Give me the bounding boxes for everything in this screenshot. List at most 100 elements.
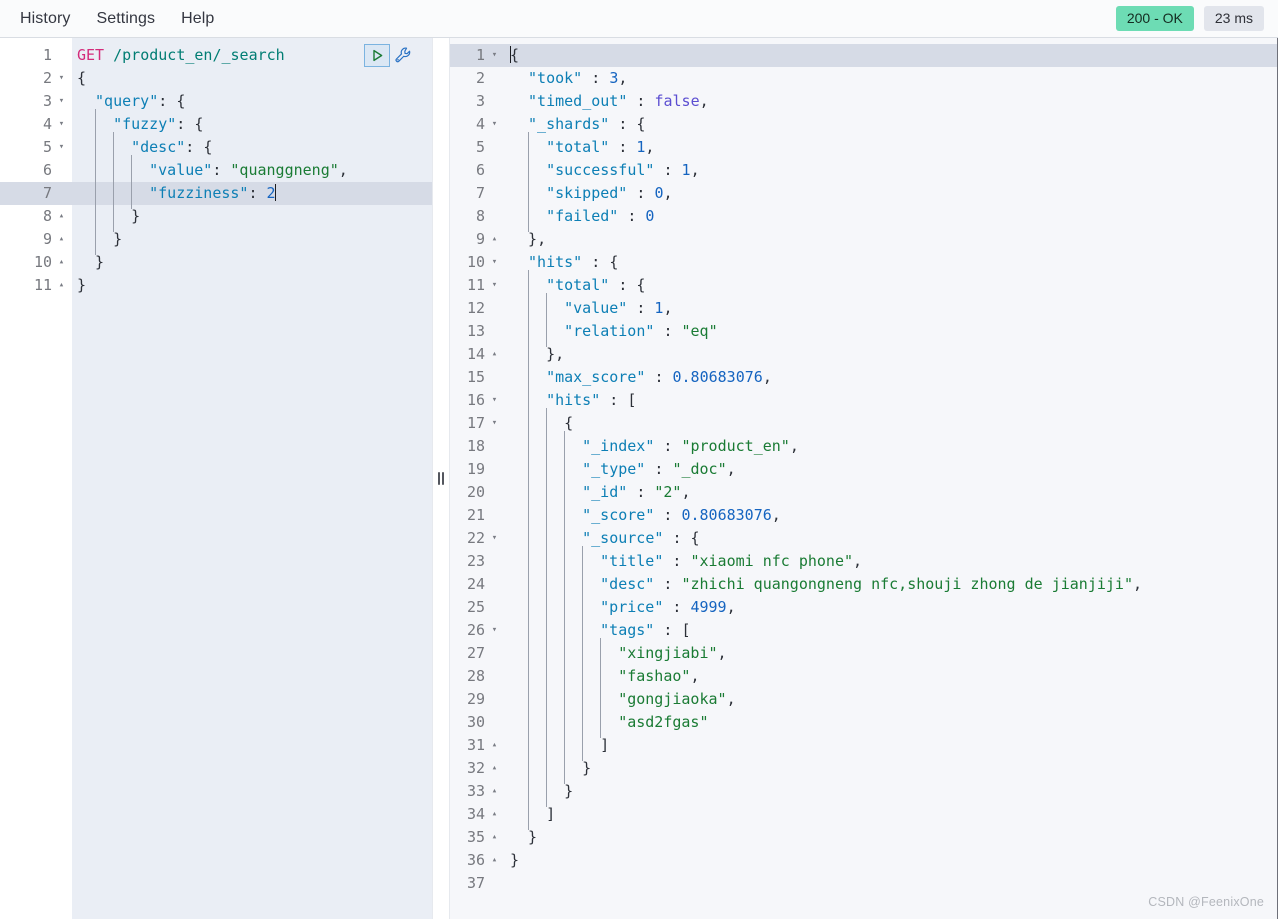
- code-line[interactable]: "asd2fgas": [505, 707, 1277, 738]
- fold-toggle-icon[interactable]: ▴: [56, 228, 67, 251]
- code-line[interactable]: }: [72, 224, 432, 255]
- gutter-line[interactable]: 7: [450, 182, 505, 205]
- gutter-line[interactable]: 37: [450, 872, 505, 895]
- code-line[interactable]: "desc": {: [72, 132, 432, 163]
- fold-toggle-icon[interactable]: ▴: [489, 228, 500, 251]
- code-line[interactable]: {: [505, 44, 1277, 67]
- response-editor-pane[interactable]: 1 ▾ 2 3 4 ▾ 5 6 7 8 9 ▴ 10 ▾ 11 ▾ 12 13 14 ▴ 15 16 ▾ 17 ▾ 18 19 20 2…: [450, 38, 1278, 919]
- code-line[interactable]: "value": "quanggneng",: [72, 155, 432, 186]
- gutter-line[interactable]: 11 ▴: [0, 274, 72, 297]
- fold-toggle-icon[interactable]: ▾: [489, 113, 500, 136]
- gutter-line[interactable]: 17 ▾: [450, 412, 505, 435]
- code-line[interactable]: }: [505, 753, 1277, 784]
- code-line[interactable]: ]: [505, 730, 1277, 761]
- code-line[interactable]: "_score" : 0.80683076,: [505, 500, 1277, 531]
- gutter-line[interactable]: 20: [450, 481, 505, 504]
- gutter-line[interactable]: 23: [450, 550, 505, 573]
- code-line[interactable]: }: [505, 776, 1277, 807]
- gutter-line[interactable]: 18: [450, 435, 505, 458]
- gutter-line[interactable]: 33 ▴: [450, 780, 505, 803]
- gutter-line[interactable]: 3: [450, 90, 505, 113]
- fold-toggle-icon[interactable]: ▾: [56, 113, 67, 136]
- fold-toggle-icon[interactable]: ▾: [489, 44, 500, 67]
- gutter-line[interactable]: 29: [450, 688, 505, 711]
- request-editor-pane[interactable]: 1 2 ▾ 3 ▾ 4 ▾ 5 ▾ 6 7 8 ▴ 9 ▴ 10 ▴ 11 ▴ GET /product_en/_s…: [0, 38, 432, 919]
- gutter-line[interactable]: 2: [450, 67, 505, 90]
- code-line[interactable]: "max_score" : 0.80683076,: [505, 362, 1277, 393]
- response-editor-code[interactable]: { "took" : 3, "timed_out" : false, "_sha…: [505, 38, 1277, 919]
- gutter-line[interactable]: 30: [450, 711, 505, 734]
- code-line[interactable]: "took" : 3,: [505, 67, 1277, 90]
- gutter-line[interactable]: 32 ▴: [450, 757, 505, 780]
- fold-toggle-icon[interactable]: ▴: [489, 757, 500, 780]
- code-line[interactable]: "_shards" : {: [505, 113, 1277, 136]
- code-line[interactable]: "failed" : 0: [505, 201, 1277, 232]
- code-line[interactable]: [505, 872, 1277, 895]
- fold-toggle-icon[interactable]: ▾: [489, 527, 500, 550]
- fold-toggle-icon[interactable]: ▾: [489, 274, 500, 297]
- gutter-line[interactable]: 14 ▴: [450, 343, 505, 366]
- code-line[interactable]: "xingjiabi",: [505, 638, 1277, 669]
- gutter-line[interactable]: 22 ▾: [450, 527, 505, 550]
- gutter-line[interactable]: 9 ▴: [0, 228, 72, 251]
- gutter-line[interactable]: 35 ▴: [450, 826, 505, 849]
- request-editor-code[interactable]: GET /product_en/_search{ "query": { "fuz…: [72, 38, 432, 919]
- code-line[interactable]: }: [505, 849, 1277, 872]
- gutter-line[interactable]: 8: [450, 205, 505, 228]
- fold-toggle-icon[interactable]: ▾: [489, 251, 500, 274]
- gutter-line[interactable]: 4 ▾: [0, 113, 72, 136]
- nav-item-help[interactable]: Help: [181, 10, 214, 27]
- fold-toggle-icon[interactable]: ▾: [56, 136, 67, 159]
- code-line[interactable]: "fuzzy": {: [72, 109, 432, 140]
- gutter-line[interactable]: 1: [0, 44, 72, 67]
- fold-toggle-icon[interactable]: ▴: [489, 780, 500, 803]
- gutter-line[interactable]: 12: [450, 297, 505, 320]
- gutter-line[interactable]: 5: [450, 136, 505, 159]
- code-line[interactable]: "title" : "xiaomi nfc phone",: [505, 546, 1277, 577]
- code-line[interactable]: "hits" : [: [505, 385, 1277, 416]
- gutter-line[interactable]: 27: [450, 642, 505, 665]
- fold-toggle-icon[interactable]: ▴: [56, 274, 67, 297]
- gutter-line[interactable]: 10 ▴: [0, 251, 72, 274]
- code-line[interactable]: {: [72, 67, 432, 90]
- run-request-button[interactable]: [364, 44, 390, 67]
- code-line[interactable]: "_source" : {: [505, 523, 1277, 554]
- code-line[interactable]: "query": {: [72, 90, 432, 113]
- gutter-line[interactable]: 2 ▾: [0, 67, 72, 90]
- code-line[interactable]: },: [505, 228, 1277, 251]
- nav-item-settings[interactable]: Settings: [96, 10, 155, 27]
- fold-toggle-icon[interactable]: ▾: [489, 412, 500, 435]
- code-line[interactable]: "fuzziness": 2: [72, 178, 432, 209]
- gutter-line[interactable]: 11 ▾: [450, 274, 505, 297]
- code-line[interactable]: }: [505, 826, 1277, 849]
- code-line[interactable]: "skipped" : 0,: [505, 178, 1277, 209]
- code-line[interactable]: "price" : 4999,: [505, 592, 1277, 623]
- code-line[interactable]: "desc" : "zhichi quangongneng nfc,shouji…: [505, 569, 1277, 600]
- code-line[interactable]: "successful" : 1,: [505, 155, 1277, 186]
- code-line[interactable]: "timed_out" : false,: [505, 90, 1277, 113]
- gutter-line[interactable]: 21: [450, 504, 505, 527]
- code-line[interactable]: },: [505, 339, 1277, 370]
- code-line[interactable]: "gongjiaoka",: [505, 684, 1277, 715]
- gutter-line[interactable]: 16 ▾: [450, 389, 505, 412]
- gutter-line[interactable]: 36 ▴: [450, 849, 505, 872]
- fold-toggle-icon[interactable]: ▾: [489, 619, 500, 642]
- gutter-line[interactable]: 26 ▾: [450, 619, 505, 642]
- gutter-line[interactable]: 31 ▴: [450, 734, 505, 757]
- code-line[interactable]: "relation" : "eq": [505, 316, 1277, 347]
- fold-toggle-icon[interactable]: ▴: [489, 343, 500, 366]
- code-line[interactable]: "total" : 1,: [505, 132, 1277, 163]
- gutter-line[interactable]: 9 ▴: [450, 228, 505, 251]
- pane-resizer[interactable]: [432, 38, 450, 919]
- code-line[interactable]: "_index" : "product_en",: [505, 431, 1277, 462]
- gutter-line[interactable]: 34 ▴: [450, 803, 505, 826]
- fold-toggle-icon[interactable]: ▴: [56, 251, 67, 274]
- code-line[interactable]: "total" : {: [505, 270, 1277, 301]
- gutter-line[interactable]: 4 ▾: [450, 113, 505, 136]
- fold-toggle-icon[interactable]: ▾: [56, 67, 67, 90]
- code-line[interactable]: "tags" : [: [505, 615, 1277, 646]
- gutter-line[interactable]: 3 ▾: [0, 90, 72, 113]
- gutter-line[interactable]: 5 ▾: [0, 136, 72, 159]
- fold-toggle-icon[interactable]: ▾: [489, 389, 500, 412]
- fold-toggle-icon[interactable]: ▴: [489, 849, 500, 872]
